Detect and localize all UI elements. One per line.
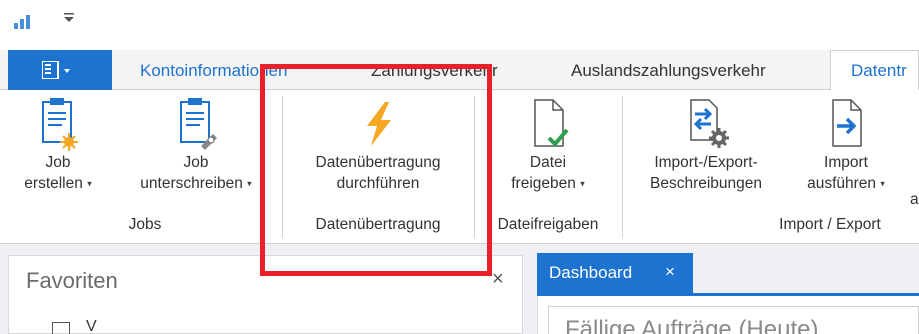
customize-dropdown-icon[interactable] <box>62 10 76 24</box>
file-check-icon <box>534 99 569 147</box>
group-divider <box>622 96 623 238</box>
import-desc-line2: Beschreibungen <box>649 175 763 192</box>
job-create-line2: erstellen <box>24 175 83 192</box>
chevron-down-icon: ▾ <box>880 178 885 189</box>
application-menu-button[interactable] <box>8 50 112 90</box>
list-icon <box>52 322 70 334</box>
job-sign-line1: Job <box>183 154 209 171</box>
dashboard-tab-label: Dashboard <box>549 263 633 282</box>
file-release-line2: freigeben <box>511 175 576 192</box>
favorites-list-item[interactable]: V <box>86 318 97 334</box>
group-label-jobs: Jobs <box>128 216 162 233</box>
bar-chart-icon[interactable] <box>14 11 36 29</box>
application-menu-icon <box>42 61 70 79</box>
tab-dashboard[interactable]: Dashboard × <box>537 253 693 293</box>
favorites-title: Favoriten <box>26 268 118 293</box>
job-sign-button[interactable]: Job unterschreiben ▾ <box>116 96 276 194</box>
group-label-release: Dateifreigaben <box>497 216 599 233</box>
chevron-down-icon: ▾ <box>247 178 252 189</box>
file-release-button[interactable]: Datei freigeben ▾ <box>478 96 618 194</box>
chevron-down-icon: ▾ <box>580 178 585 189</box>
favorites-close-button[interactable]: × <box>492 268 504 291</box>
import-execute-button[interactable]: Import ausführen ▾ <box>786 96 906 194</box>
job-create-line1: Job <box>45 154 71 171</box>
file-release-line1: Datei <box>529 154 567 171</box>
import-export-settings-icon <box>690 99 729 148</box>
highlight-annotation <box>260 64 492 276</box>
file-import-icon <box>832 99 862 147</box>
job-sign-line2: unterschreiben <box>140 175 243 192</box>
import-export-descriptions-button[interactable]: Import-/Export- Beschreibungen <box>626 96 786 194</box>
import-desc-line1: Import-/Export- <box>654 154 758 171</box>
tab-auslandszahlungsverkehr[interactable]: Auslandszahlungsverkehr <box>571 61 766 81</box>
import-run-line2: ausführen <box>807 175 877 192</box>
chevron-down-icon: ▾ <box>87 178 92 189</box>
import-run-line1: Import <box>824 154 868 171</box>
clipboard-sign-icon <box>180 98 217 150</box>
job-create-button[interactable]: Job erstellen ▾ <box>0 96 116 194</box>
dashboard-close-button[interactable]: × <box>665 262 675 282</box>
due-orders-widget-title: Fällige Aufträge (Heute) <box>565 316 819 334</box>
cut-off-button-label[interactable]: a <box>910 189 919 210</box>
clipboard-new-icon <box>42 98 78 151</box>
group-label-import-export: Import / Export <box>779 216 881 233</box>
quick-access-toolbar <box>0 0 919 40</box>
tab-datentr-label[interactable]: Datentr <box>851 61 907 81</box>
